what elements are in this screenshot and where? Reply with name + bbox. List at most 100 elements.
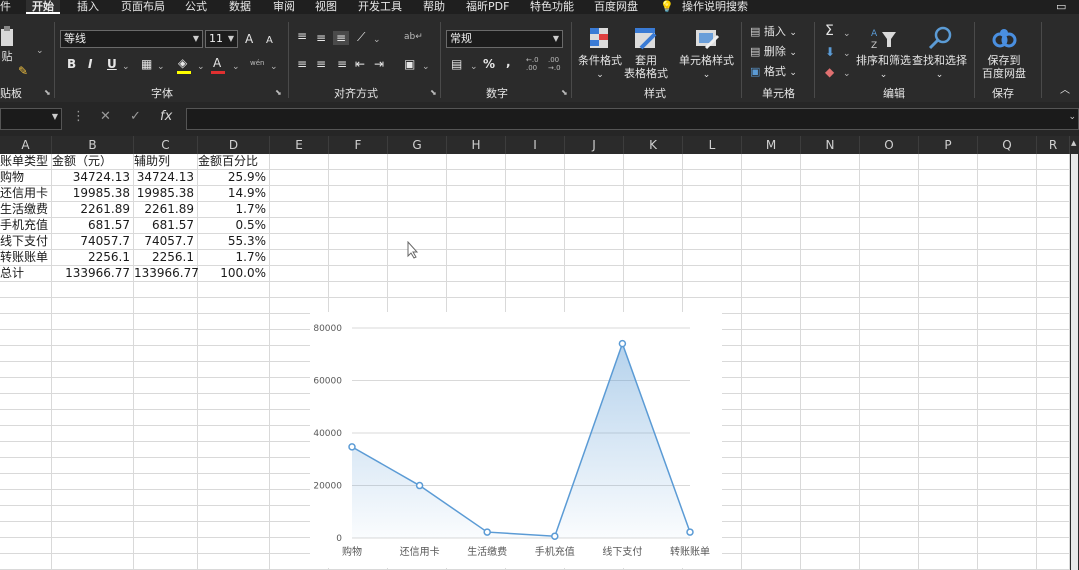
insert-function-icon[interactable]: fx xyxy=(160,109,172,124)
paste-dropdown-icon[interactable]: ⌄ xyxy=(36,44,44,58)
decrease-decimal-icon[interactable]: .00 →.0 xyxy=(548,56,561,72)
conditional-format-button[interactable]: 条件格式 ⌄ xyxy=(578,26,622,82)
menu-formulas[interactable]: 公式 xyxy=(185,0,207,14)
fill-color-dropdown-icon[interactable]: ⌄ xyxy=(197,60,205,74)
number-launcher-icon[interactable]: ⬊ xyxy=(561,88,568,97)
table-cell[interactable]: 2256.1 xyxy=(52,250,134,266)
menu-insert[interactable]: 插入 xyxy=(77,0,99,14)
table-cell[interactable]: 总计 xyxy=(0,266,52,282)
name-box[interactable]: ▼ xyxy=(0,108,62,130)
column-header-i[interactable]: I xyxy=(506,136,565,154)
format-as-table-button[interactable]: 套用 表格格式 xyxy=(624,26,668,80)
insert-cells-button[interactable]: ▤ 插入 ⌄ xyxy=(750,25,797,40)
table-cell[interactable]: 34724.13 xyxy=(52,170,134,186)
column-header-o[interactable]: O xyxy=(860,136,919,154)
align-left-icon[interactable]: ≡ xyxy=(297,57,307,71)
paste-button[interactable]: 贴 xyxy=(0,26,14,63)
column-header-m[interactable]: M xyxy=(742,136,801,154)
font-color-icon[interactable]: A xyxy=(213,56,221,70)
more-options-icon[interactable]: ⋮ xyxy=(72,109,85,124)
save-to-baidu-button[interactable]: 保存到 百度网盘 xyxy=(982,26,1026,80)
align-top-icon[interactable]: ≡ xyxy=(297,29,307,43)
column-header-h[interactable]: H xyxy=(447,136,506,154)
wrap-text-icon[interactable]: ab↵ xyxy=(404,30,423,44)
fill-color-icon[interactable]: ◈ xyxy=(178,56,187,70)
accounting-dropdown-icon[interactable]: ⌄ xyxy=(470,60,478,74)
align-center-icon[interactable]: ≡ xyxy=(316,57,326,71)
column-header-e[interactable]: E xyxy=(270,136,329,154)
menu-home[interactable]: 开始 xyxy=(26,0,60,14)
column-header-n[interactable]: N xyxy=(801,136,860,154)
column-header-b[interactable]: B xyxy=(52,136,134,154)
phonetic-dropdown-icon[interactable]: ⌄ xyxy=(270,60,278,74)
column-header-f[interactable]: F xyxy=(329,136,388,154)
sort-filter-button[interactable]: AZ 排序和筛选 ⌄ xyxy=(856,26,911,82)
table-cell[interactable]: 2261.89 xyxy=(52,202,134,218)
merge-center-icon[interactable]: ▣ xyxy=(404,57,415,71)
borders-icon[interactable]: ▦ xyxy=(141,57,152,71)
table-cell[interactable]: 转账账单 xyxy=(0,250,52,266)
table-cell[interactable]: 线下支付 xyxy=(0,234,52,250)
orientation-icon[interactable]: ⟋ xyxy=(357,30,365,44)
clipboard-launcher-icon[interactable]: ⬊ xyxy=(44,88,51,97)
column-header-d[interactable]: D xyxy=(198,136,270,154)
column-header-c[interactable]: C xyxy=(134,136,198,154)
increase-indent-icon[interactable]: ⇥ xyxy=(374,57,384,71)
menu-view[interactable]: 视图 xyxy=(315,0,337,14)
column-header-p[interactable]: P xyxy=(919,136,978,154)
merge-dropdown-icon[interactable]: ⌄ xyxy=(422,60,430,74)
align-right-icon[interactable]: ≡ xyxy=(337,57,347,71)
align-middle-icon[interactable]: ≡ xyxy=(316,31,326,45)
table-cell[interactable]: 19985.38 xyxy=(134,186,198,202)
menu-baidu-netdisk[interactable]: 百度网盘 xyxy=(594,0,638,14)
increase-decimal-icon[interactable]: ←.0 .00 xyxy=(526,56,539,72)
table-cell[interactable]: 2261.89 xyxy=(134,202,198,218)
font-color-dropdown-icon[interactable]: ⌄ xyxy=(232,60,240,74)
comma-style-button[interactable]: , xyxy=(506,55,511,69)
scrollbar-thumb[interactable] xyxy=(1071,154,1078,570)
fill-icon[interactable]: ⬇ xyxy=(825,45,835,59)
align-bottom-icon[interactable]: ≡ xyxy=(333,31,350,45)
table-cell[interactable]: 681.57 xyxy=(52,218,134,234)
menu-special[interactable]: 特色功能 xyxy=(530,0,574,14)
autosum-dropdown-icon[interactable]: ⌄ xyxy=(843,27,851,41)
table-cell[interactable]: 购物 xyxy=(0,170,52,186)
menu-review[interactable]: 审阅 xyxy=(273,0,295,14)
bold-button[interactable]: B xyxy=(67,57,76,71)
table-cell[interactable]: 手机充值 xyxy=(0,218,52,234)
table-cell[interactable]: 14.9% xyxy=(198,186,270,202)
phonetic-icon[interactable]: wén xyxy=(250,56,264,70)
number-format-select[interactable]: 常规 ▼ xyxy=(446,30,563,48)
borders-dropdown-icon[interactable]: ⌄ xyxy=(157,60,165,74)
delete-cells-button[interactable]: ▤ 删除 ⌄ xyxy=(750,45,797,60)
scroll-up-icon[interactable]: ▲ xyxy=(1071,139,1076,147)
table-header-cell[interactable]: 辅助列 xyxy=(134,154,198,170)
table-cell[interactable]: 681.57 xyxy=(134,218,198,234)
menu-file[interactable]: 件 xyxy=(0,0,11,14)
comment-icon[interactable]: ▭ xyxy=(1056,0,1066,14)
table-cell[interactable]: 133966.77 xyxy=(134,266,198,282)
table-cell[interactable]: 74057.7 xyxy=(134,234,198,250)
column-header-a[interactable]: A xyxy=(0,136,52,154)
name-box-dropdown-icon[interactable]: ▼ xyxy=(52,112,58,121)
vertical-scrollbar[interactable]: ▲ xyxy=(1070,136,1079,570)
tell-me-search[interactable]: 操作说明搜索 xyxy=(682,0,748,14)
table-header-cell[interactable]: 金额（元） xyxy=(52,154,134,170)
font-name-select[interactable]: 等线 ▼ xyxy=(60,30,203,48)
area-chart[interactable]: 0 20000 40000 60000 80000 购物 还信用卡 生活缴费 手机充值 线下支付 转… xyxy=(310,312,722,568)
find-select-button[interactable]: 查找和选择 ⌄ xyxy=(912,26,967,82)
menu-developer[interactable]: 开发工具 xyxy=(358,0,402,14)
table-cell[interactable]: 25.9% xyxy=(198,170,270,186)
decrease-indent-icon[interactable]: ⇤ xyxy=(355,57,365,71)
table-header-cell[interactable]: 账单类型 xyxy=(0,154,52,170)
fill-dropdown-icon[interactable]: ⌄ xyxy=(843,47,851,61)
font-size-select[interactable]: 11 ▼ xyxy=(205,30,238,48)
format-cells-button[interactable]: ▣ 格式 ⌄ xyxy=(750,65,797,80)
table-cell[interactable]: 还信用卡 xyxy=(0,186,52,202)
clear-icon[interactable]: ◆ xyxy=(825,65,834,79)
table-cell[interactable]: 133966.77 xyxy=(52,266,134,282)
table-cell[interactable]: 1.7% xyxy=(198,250,270,266)
column-header-k[interactable]: K xyxy=(624,136,683,154)
italic-button[interactable]: I xyxy=(88,57,92,71)
menu-help[interactable]: 帮助 xyxy=(423,0,445,14)
